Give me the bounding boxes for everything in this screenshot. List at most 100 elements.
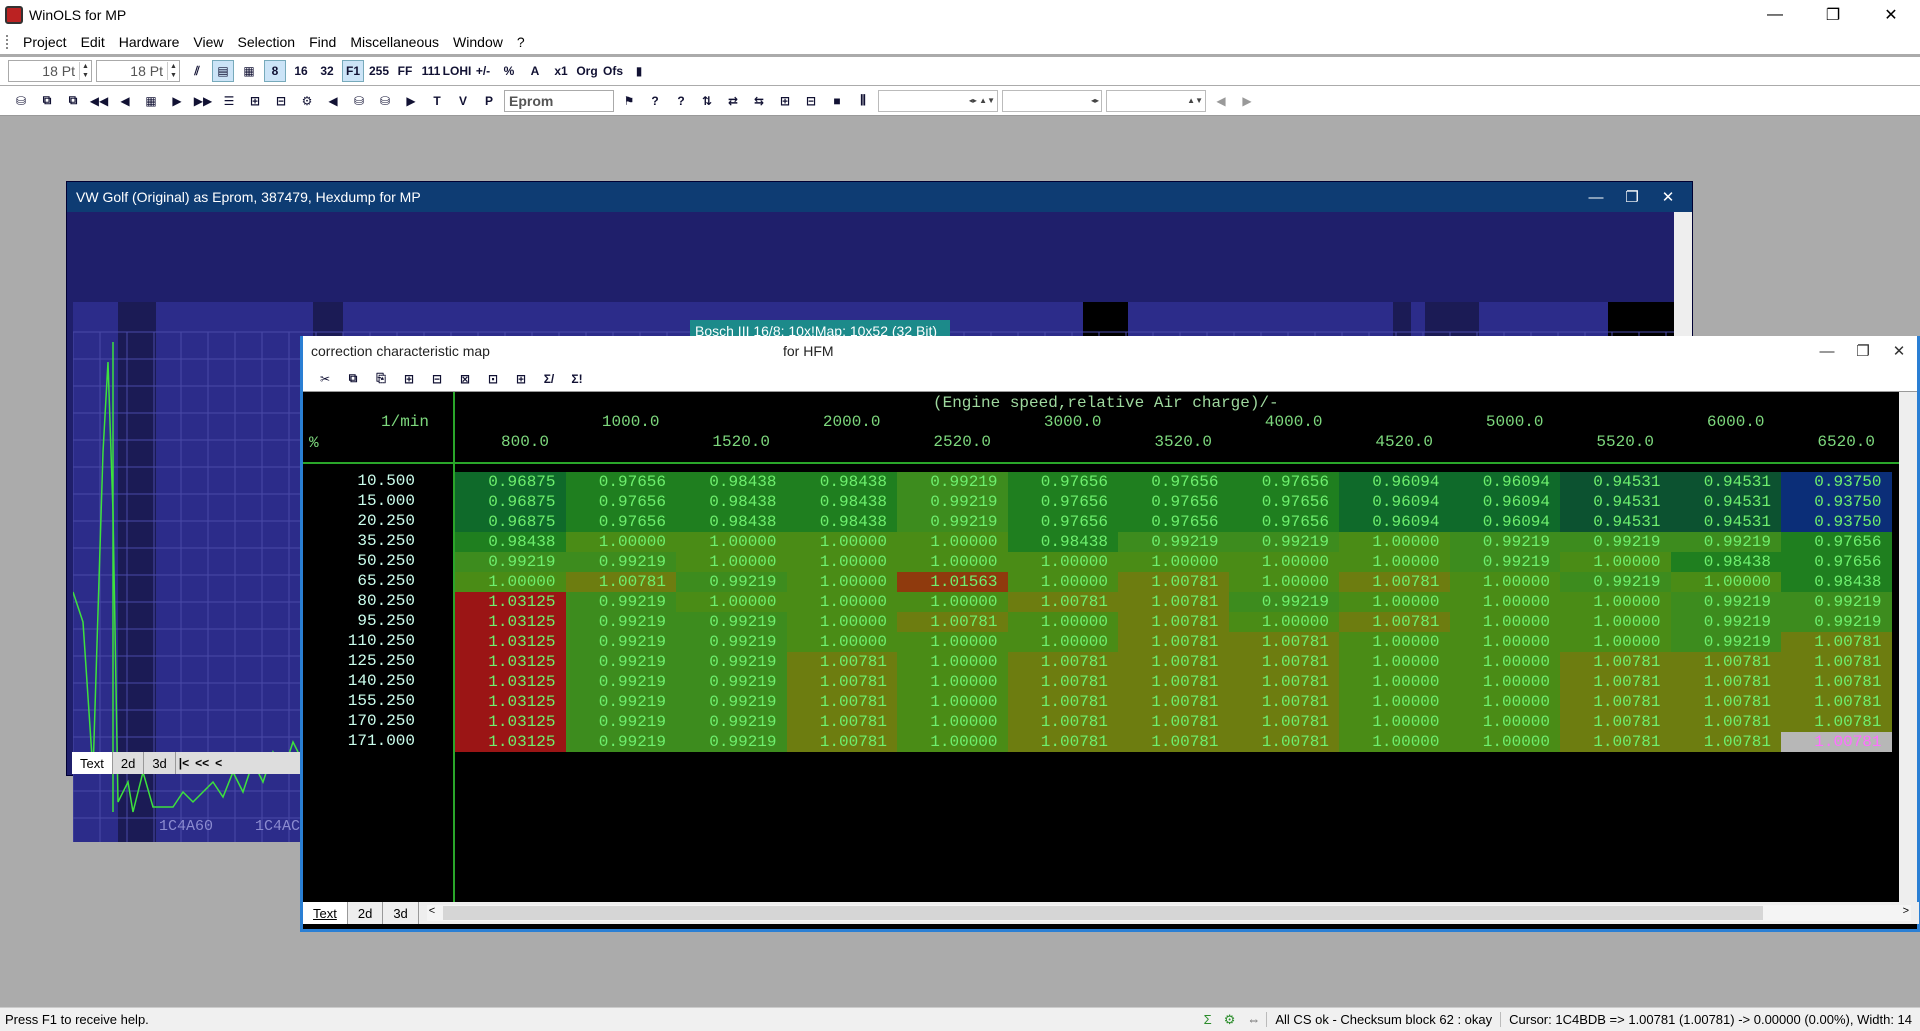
map-cell[interactable]: 0.98438 [1781, 572, 1892, 592]
map-tool-button-1[interactable]: ⧉ [341, 368, 365, 390]
map-cell[interactable]: 0.97656 [565, 472, 676, 492]
map-cell[interactable]: 1.00000 [565, 532, 676, 552]
map-cell[interactable]: 1.00000 [1449, 572, 1560, 592]
map-cell[interactable]: 0.97656 [1007, 472, 1118, 492]
map-cell[interactable]: 1.00000 [897, 692, 1008, 712]
map-maximize-button[interactable]: ❐ [1845, 336, 1881, 366]
map-cell[interactable]: 1.00781 [1670, 652, 1781, 672]
map-cell[interactable]: 0.97656 [1228, 472, 1339, 492]
map-cell[interactable]: 1.00781 [1007, 672, 1118, 692]
map-cell[interactable]: 1.00000 [786, 532, 897, 552]
nav-button-3[interactable]: ◀◀ [88, 90, 110, 112]
map-cell[interactable]: 1.00000 [1339, 672, 1450, 692]
map-cell[interactable]: 1.00000 [1007, 632, 1118, 652]
map-cell[interactable]: 1.00781 [1781, 712, 1892, 732]
map-cell[interactable]: 0.99219 [455, 552, 566, 572]
map-cell[interactable]: 1.00000 [1007, 572, 1118, 592]
map-tool-button-5[interactable]: ⊠ [453, 368, 477, 390]
map-cell[interactable]: 1.00781 [1560, 692, 1671, 712]
map-cell[interactable]: 1.03125 [455, 672, 566, 692]
font-size-spinner-1[interactable]: 18 Pt ▲ ▼ [8, 60, 92, 82]
map-cell[interactable]: 1.00000 [786, 572, 897, 592]
value-field-3[interactable]: ▲▼ [1106, 89, 1206, 112]
format-button-14[interactable]: x1 [550, 60, 572, 82]
map-cell[interactable]: 0.96094 [1449, 512, 1560, 532]
map-cell[interactable]: 1.00000 [897, 712, 1008, 732]
map-cell[interactable]: 0.99219 [565, 712, 676, 732]
format-button-11[interactable]: +/- [472, 60, 494, 82]
map-cell[interactable]: 1.00781 [1118, 612, 1229, 632]
map-tool-button-2[interactable]: ⎘ [369, 368, 393, 390]
map-cell[interactable]: 1.00000 [786, 632, 897, 652]
map-cell[interactable]: 1.03125 [455, 612, 566, 632]
map-tab-3d[interactable]: 3d [383, 902, 419, 924]
map-cell[interactable]: 0.97656 [565, 492, 676, 512]
format-button-4[interactable]: 16 [290, 60, 312, 82]
nav-button-15[interactable]: ▶ [400, 90, 422, 112]
font-size-spinner-2[interactable]: 18 Pt ▲ ▼ [96, 60, 180, 82]
menu-help[interactable]: ? [510, 34, 532, 50]
tool-button-7[interactable]: ⊟ [800, 90, 822, 112]
map-cell[interactable]: 0.99219 [1560, 572, 1671, 592]
map-cell[interactable]: 1.00000 [1339, 632, 1450, 652]
map-cell[interactable]: 0.99219 [1449, 532, 1560, 552]
hexdump-minimize-button[interactable]: — [1578, 182, 1614, 212]
map-cell[interactable]: 1.00000 [1339, 732, 1450, 752]
nav-button-0[interactable]: ⛁ [10, 90, 32, 112]
map-cell[interactable]: 0.99219 [676, 612, 787, 632]
map-cell[interactable]: 0.99219 [1560, 532, 1671, 552]
map-tool-button-3[interactable]: ⊞ [397, 368, 421, 390]
map-cell[interactable]: 1.00000 [897, 732, 1008, 752]
map-cell[interactable]: 1.00781 [1118, 672, 1229, 692]
nav-button-16[interactable]: T [426, 90, 448, 112]
format-button-10[interactable]: LOHI [443, 60, 472, 82]
map-cell[interactable]: 1.00781 [786, 692, 897, 712]
map-cell[interactable]: 1.03125 [455, 592, 566, 612]
map-cell[interactable]: 0.99219 [676, 632, 787, 652]
map-cell[interactable]: 0.97656 [1228, 512, 1339, 532]
format-button-16[interactable]: Ofs [602, 60, 624, 82]
map-cell[interactable]: 0.96094 [1449, 472, 1560, 492]
format-button-1[interactable]: ▤ [212, 60, 234, 82]
map-cell[interactable]: 0.99219 [1228, 592, 1339, 612]
map-cell[interactable]: 1.00000 [1560, 592, 1671, 612]
menu-selection[interactable]: Selection [231, 34, 303, 50]
spinner-arrows-icon[interactable]: ▲ ▼ [79, 62, 91, 80]
map-cell[interactable]: 1.00781 [1781, 672, 1892, 692]
format-button-7[interactable]: 255 [368, 60, 390, 82]
map-cell[interactable]: 1.03125 [455, 652, 566, 672]
compare-arrows-icon[interactable]: ⇔ [1247, 1012, 1260, 1027]
map-cell[interactable]: 1.00000 [1449, 732, 1560, 752]
map-cell[interactable]: 1.00781 [897, 612, 1008, 632]
map-cell[interactable]: 0.96094 [1449, 492, 1560, 512]
nav-button-5[interactable]: ▦ [140, 90, 162, 112]
hexdump-maximize-button[interactable]: ❐ [1614, 182, 1650, 212]
next-arrow-icon[interactable]: ▶ [1236, 90, 1258, 112]
map-cell[interactable]: 0.99219 [897, 512, 1008, 532]
nav-button-7[interactable]: ▶▶ [192, 90, 214, 112]
map-cell[interactable]: 1.00781 [1228, 632, 1339, 652]
format-button-9[interactable]: 111 [420, 60, 442, 82]
minimize-button[interactable]: — [1746, 0, 1804, 30]
map-cell[interactable]: 0.99219 [565, 672, 676, 692]
map-cell[interactable]: 1.00781 [786, 712, 897, 732]
map-cell[interactable]: 1.00781 [1228, 732, 1339, 752]
map-cell[interactable]: 0.99219 [565, 692, 676, 712]
nav-button-14[interactable]: ⛁ [374, 90, 396, 112]
map-cell[interactable]: 1.00000 [1560, 612, 1671, 632]
map-cell[interactable]: 0.94531 [1560, 492, 1671, 512]
map-tool-button-9[interactable]: Σ! [565, 368, 589, 390]
map-cell[interactable]: 1.00000 [1449, 592, 1560, 612]
map-cell[interactable]: 1.00000 [1228, 612, 1339, 632]
checksum-sigma-icon[interactable]: Σ [1204, 1012, 1212, 1027]
map-cell[interactable]: 1.00781 [786, 732, 897, 752]
map-cell[interactable]: 1.00000 [897, 532, 1008, 552]
map-cell[interactable]: 0.99219 [676, 732, 787, 752]
map-cell[interactable]: 1.00781 [1781, 732, 1892, 752]
tool-button-2[interactable]: ? [670, 90, 692, 112]
map-cell[interactable]: 0.96875 [455, 512, 566, 532]
map-cell[interactable]: 0.99219 [565, 612, 676, 632]
map-cell[interactable]: 1.00781 [786, 672, 897, 692]
map-cell[interactable]: 1.00000 [1339, 692, 1450, 712]
format-button-0[interactable]: ⫽ [186, 60, 208, 82]
